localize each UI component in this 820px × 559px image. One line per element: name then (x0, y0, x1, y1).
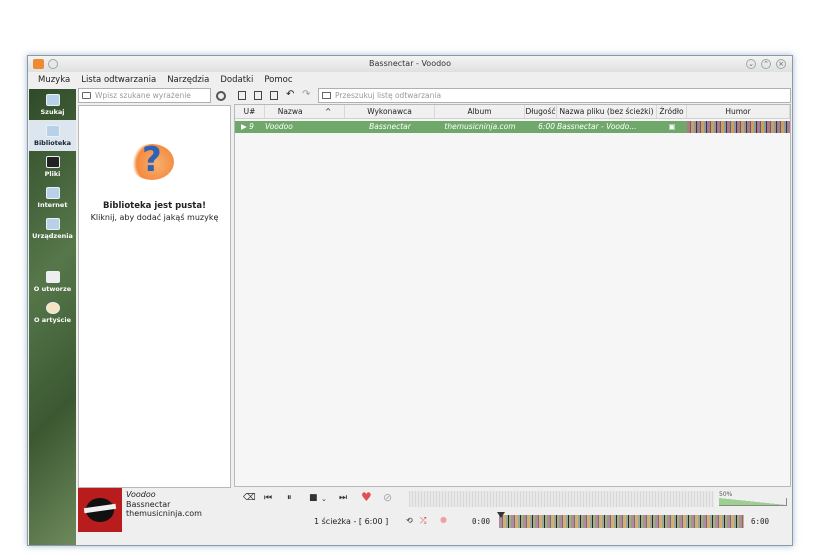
sidebar-item-search[interactable]: Szukaj (29, 89, 76, 120)
col-source[interactable]: Źródło (657, 105, 687, 118)
maximize-icon[interactable]: ⌃ (761, 59, 771, 69)
sidebar-item-devices[interactable]: Urządzenia (29, 213, 76, 244)
col-mood[interactable]: Humor (687, 105, 790, 118)
analyzer[interactable] (409, 491, 714, 507)
search-icon (45, 93, 60, 106)
playlist-search-input[interactable]: Przeszukuj listę odtwarzania (318, 88, 791, 103)
artist-info-icon (45, 301, 60, 314)
song-info-icon (45, 270, 60, 283)
sidebar-item-artist-info[interactable]: O artyście (29, 297, 76, 328)
pause-icon[interactable]: ⏸ (287, 493, 292, 503)
album-art[interactable] (78, 488, 122, 532)
sidebar: Szukaj Biblioteka Pliki Internet Urządze… (29, 89, 76, 545)
menu-playlist[interactable]: Lista odtwarzania (81, 75, 156, 85)
library-empty-title: Biblioteka jest pusta! (103, 201, 206, 211)
np-album: themusicninja.com (126, 509, 202, 518)
np-title: Voodoo (126, 490, 156, 499)
play-indicator-icon: ▶ 9 (241, 122, 254, 131)
sidebar-item-library[interactable]: Biblioteka (29, 120, 76, 151)
cell-artist: Bassnectar (369, 122, 411, 131)
files-icon (45, 155, 60, 168)
menu-extras[interactable]: Dodatki (220, 75, 253, 85)
mood-bar (687, 121, 790, 133)
cell-album: themusicninja.com (444, 122, 516, 131)
library-search-input[interactable]: Wpisz szukane wyrażenie (78, 88, 211, 103)
library-icon (45, 124, 60, 137)
sidebar-item-files[interactable]: Pliki (29, 151, 76, 182)
elapsed-time: 0:00 (472, 517, 491, 526)
playlist-table[interactable]: U# Nazwa ^ Wykonawca Album Długość Nazwa… (234, 104, 791, 487)
stop-menu-icon[interactable]: ⌄ (321, 495, 327, 503)
library-empty-hint[interactable]: Kliknij, aby dodać jakąś muzykę (78, 213, 231, 222)
shuffle-icon[interactable]: ⤮ (420, 516, 426, 526)
volume-slider[interactable]: 50% (719, 491, 791, 509)
sidebar-item-internet[interactable]: Internet (29, 182, 76, 213)
menu-muzyka[interactable]: Muzyka (38, 75, 70, 85)
previous-icon[interactable]: ⏮ (264, 493, 272, 503)
window-title: Bassnectar - Voodoo (369, 59, 451, 68)
source-icon: ▣ (668, 122, 676, 131)
internet-icon (45, 186, 60, 199)
col-album[interactable]: Album (435, 105, 525, 118)
load-playlist-icon[interactable] (254, 91, 262, 100)
playback-controls: ⌫ ⏮ ⏸ ■ ⌄ ⏭ ♥ ⊘ 50% (234, 489, 791, 510)
playlist-header: U# Nazwa ^ Wykonawca Album Długość Nazwa… (235, 105, 790, 119)
col-filename[interactable]: Nazwa pliku (bez ścieżki) (557, 105, 657, 118)
library-options-icon[interactable] (216, 91, 226, 101)
stop-icon[interactable]: ■ (309, 493, 318, 503)
volume-label: 50% (719, 491, 733, 498)
clear-playlist-icon[interactable]: ⌫ (243, 493, 256, 503)
col-title[interactable]: Nazwa ^ (265, 105, 345, 118)
menu-help[interactable]: Pomoc (264, 75, 292, 85)
playlist-summary: 1 ścieżka - [ 6:00 ] (314, 517, 389, 526)
col-length[interactable]: Długość (525, 105, 557, 118)
seek-moodbar[interactable] (497, 512, 744, 528)
minimize-icon[interactable]: ⌄ (746, 59, 756, 69)
clear-search-icon (82, 92, 91, 99)
now-playing-widget: Voodoo Bassnectar themusicninja.com (78, 488, 231, 544)
close-icon[interactable]: × (776, 59, 786, 69)
undo-icon[interactable]: ↶ (286, 89, 294, 100)
playlist-toolbar: ↶ ↷ Przeszukuj listę odtwarzania (234, 88, 791, 103)
status-bar: 1 ścieżka - [ 6:00 ] ⟲ ⤮ ● 0:00 6:00 (234, 512, 791, 532)
redo-icon[interactable]: ↷ (302, 89, 310, 100)
title-bar: Bassnectar - Voodoo ⌄ ⌃ × (28, 56, 792, 72)
question-mark-icon: ? (128, 140, 176, 184)
clear-search-icon (322, 92, 331, 99)
menu-bar: Muzyka Lista odtwarzania Narzędzia Dodat… (28, 72, 792, 87)
sidebar-item-song-info[interactable]: O utworze (29, 266, 76, 297)
cell-title: Voodoo (265, 122, 293, 131)
new-playlist-icon[interactable] (238, 91, 246, 100)
save-playlist-icon[interactable] (270, 91, 278, 100)
cell-filename: Bassnectar - Voodo... (557, 122, 637, 131)
next-icon[interactable]: ⏭ (339, 493, 347, 503)
menu-tools[interactable]: Narzędzia (167, 75, 209, 85)
col-track[interactable]: U# (235, 105, 265, 118)
devices-icon (45, 217, 60, 230)
np-artist: Bassnectar (126, 499, 171, 509)
ban-icon[interactable]: ⊘ (383, 491, 392, 504)
repeat-icon[interactable]: ⟲ (406, 516, 413, 525)
love-icon[interactable]: ♥ (361, 490, 372, 504)
scrobble-icon[interactable]: ● (440, 515, 447, 524)
total-time: 6:00 (751, 517, 770, 526)
seek-pointer[interactable] (497, 512, 505, 518)
cell-length: 6:00 (538, 122, 555, 131)
col-artist[interactable]: Wykonawca (345, 105, 435, 118)
table-row[interactable]: ▶ 9 Voodoo Bassnectar themusicninja.com … (235, 121, 790, 133)
